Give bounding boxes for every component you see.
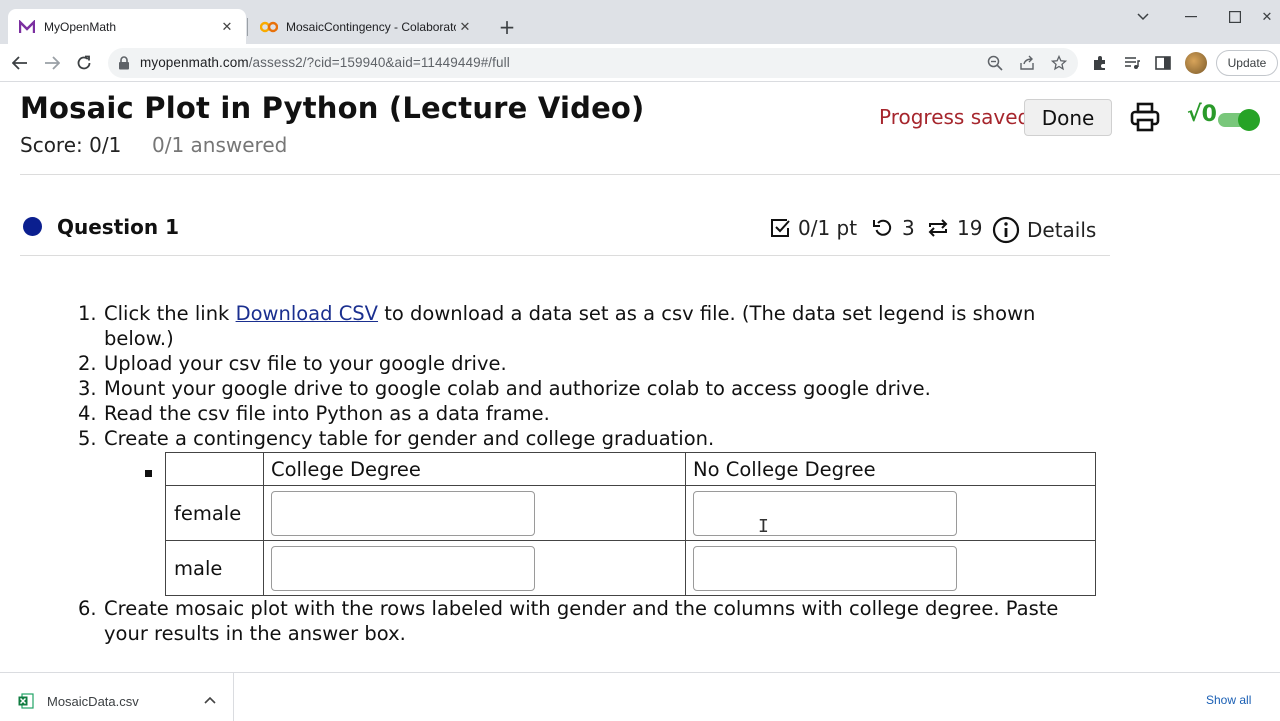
list-item: 5. Create a contingency table for gender … [78, 427, 715, 450]
bullet-marker [145, 470, 152, 477]
print-icon[interactable] [1130, 102, 1160, 136]
window-close-icon[interactable]: ✕ [1256, 8, 1278, 26]
math-entry-toggle[interactable] [1218, 109, 1260, 131]
list-item: 3. Mount your google drive to google cola… [78, 377, 931, 400]
url-text: myopenmath.com/assess2/?cid=159940&aid=1… [140, 55, 510, 70]
myopenmath-favicon-icon [18, 18, 36, 36]
row-label: female [165, 485, 264, 541]
contingency-table: College Degree No College Degree female … [165, 452, 1096, 596]
table-header-cell: College Degree [263, 452, 686, 486]
side-panel-icon[interactable] [1153, 53, 1173, 73]
text-cursor-icon: I [758, 516, 769, 537]
browser-tab-strip: MyOpenMath ✕ MosaicContingency - Colabor… [0, 0, 1280, 44]
progress-status: Progress saved [879, 105, 1031, 129]
instruction-list-continued: 6. Create mosaic plot with the rows label… [56, 596, 1096, 646]
question-status-dot-icon [23, 217, 42, 236]
download-csv-link[interactable]: Download CSV [236, 302, 378, 325]
details-label: Details [1027, 218, 1097, 242]
tab-close-icon[interactable]: ✕ [218, 18, 236, 36]
colab-favicon-icon [260, 18, 278, 36]
female-college-input[interactable] [271, 490, 535, 536]
toggle-knob [1238, 109, 1260, 131]
extensions-puzzle-icon[interactable] [1090, 53, 1110, 73]
answered-count: 0/1 answered [152, 133, 288, 157]
address-bar[interactable]: myopenmath.com/assess2/?cid=159940&aid=1… [108, 48, 1078, 78]
tab-title: MyOpenMath [44, 19, 117, 34]
tab-myopenmath[interactable]: MyOpenMath ✕ [8, 9, 246, 44]
forward-arrow-icon[interactable] [39, 50, 65, 76]
list-item: 6. Create mosaic plot with the rows label… [78, 597, 1059, 645]
tab-colab[interactable]: MosaicContingency - Colaborato ✕ [250, 9, 484, 44]
score-text: Score: 0/1 [20, 133, 122, 157]
media-queue-icon[interactable] [1122, 53, 1142, 73]
excel-file-icon [18, 693, 34, 709]
points-text: 0/1 pt [798, 216, 858, 240]
back-arrow-icon[interactable] [7, 50, 33, 76]
question-retries: 3 [872, 216, 915, 240]
profile-avatar[interactable] [1185, 52, 1207, 74]
retries-count: 3 [902, 216, 915, 240]
tab-divider [247, 18, 248, 36]
browser-toolbar: myopenmath.com/assess2/?cid=159940&aid=1… [0, 44, 1280, 82]
list-item: 2. Upload your csv file to your google dr… [78, 352, 507, 375]
tab-search-chevron-icon[interactable] [1132, 8, 1154, 26]
maximize-icon[interactable] [1224, 8, 1246, 26]
share-icon[interactable] [1018, 54, 1036, 72]
list-item: 4. Read the csv file into Python as a dat… [78, 402, 550, 425]
instruction-list: 1. Click the link Download CSV to downlo… [56, 301, 1056, 451]
versions-icon [927, 217, 949, 239]
update-button[interactable]: Update [1216, 50, 1278, 76]
female-no-college-input[interactable] [693, 490, 957, 536]
details-button[interactable]: Details [992, 216, 1096, 244]
download-item[interactable]: MosaicData.csv [0, 673, 234, 721]
header-divider [20, 174, 1280, 175]
done-button[interactable]: Done [1024, 99, 1112, 136]
download-filename: MosaicData.csv [47, 694, 139, 709]
minimize-icon[interactable] [1180, 8, 1202, 26]
reload-icon[interactable] [71, 50, 97, 76]
retry-icon [872, 217, 894, 239]
table-row: female [165, 485, 1096, 541]
table-header-cell: No College Degree [685, 452, 1096, 486]
question-versions: 19 [927, 216, 982, 240]
male-college-input[interactable] [271, 545, 535, 591]
list-item: 1. Click the link Download CSV to downlo… [78, 302, 1036, 350]
male-no-college-input[interactable] [693, 545, 957, 591]
download-bar: MosaicData.csv Show all [0, 672, 1280, 721]
question-divider [20, 255, 1110, 256]
table-header-cell [165, 452, 264, 486]
lock-icon [118, 55, 130, 74]
new-tab-icon[interactable]: + [496, 15, 518, 39]
question-title: Question 1 [57, 215, 179, 239]
versions-count: 19 [957, 216, 983, 240]
question-points: 0/1 pt [769, 216, 857, 240]
assessment-page: Mosaic Plot in Python (Lecture Video) Sc… [0, 82, 1280, 672]
tab-title: MosaicContingency - Colaborato [286, 19, 456, 34]
math-entry-sqrt-icon: √0 [1187, 102, 1217, 127]
tab-close-icon[interactable]: ✕ [456, 18, 474, 36]
info-icon [992, 216, 1020, 244]
bookmark-star-icon[interactable] [1050, 54, 1068, 72]
show-all-link[interactable]: Show all [1206, 693, 1251, 707]
checkbox-icon [769, 217, 791, 239]
table-row: male [165, 540, 1096, 596]
page-title: Mosaic Plot in Python (Lecture Video) [20, 91, 645, 125]
zoom-icon[interactable] [986, 54, 1004, 72]
table-header-row: College Degree No College Degree [165, 452, 1096, 486]
chevron-up-icon[interactable] [204, 693, 216, 707]
row-label: male [165, 540, 264, 596]
